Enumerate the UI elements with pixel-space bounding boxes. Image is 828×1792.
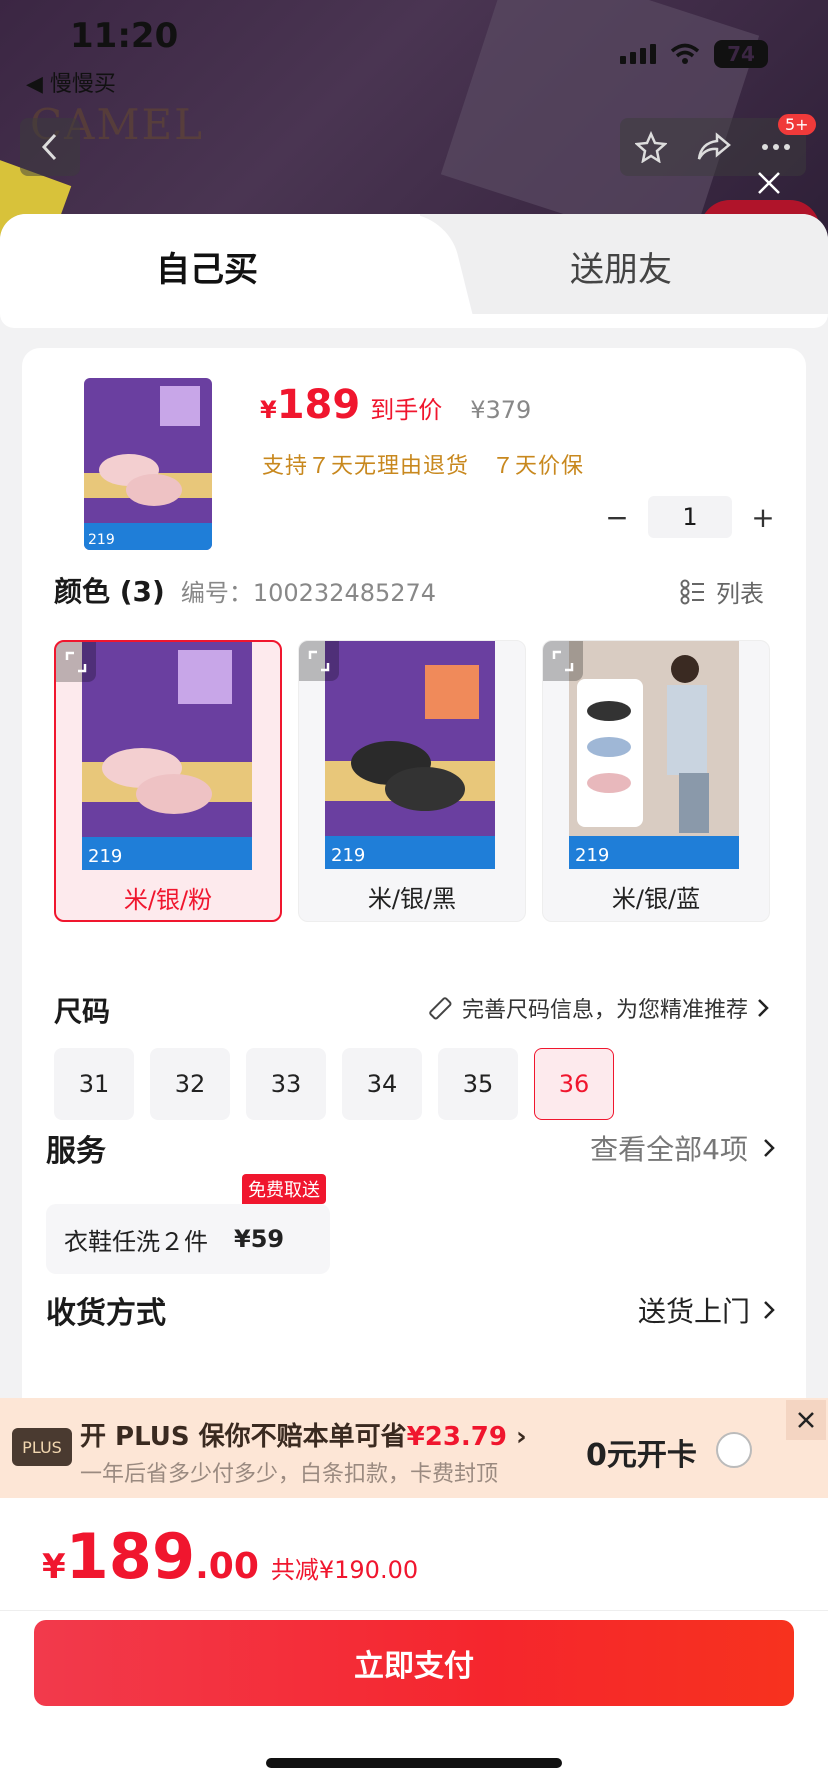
purchase-tabs: 自己买 送朋友 [0, 214, 828, 314]
star-icon[interactable] [635, 131, 667, 163]
chevron-right-icon [764, 1301, 775, 1319]
wifi-icon [670, 43, 700, 64]
status-time: 11:20 [70, 16, 179, 56]
service-item-name: 衣鞋任洗２件 [64, 1227, 208, 1256]
product-thumbnail[interactable]: 219 [84, 378, 212, 550]
signal-icon [620, 44, 656, 64]
more-icon[interactable] [761, 142, 791, 152]
color-option-label: 米/银/粉 [123, 885, 213, 914]
tab-gift-friend[interactable]: 送朋友 [570, 242, 672, 291]
list-view-toggle[interactable]: 列表 [680, 574, 764, 609]
size-guide-link[interactable]: 完善尺码信息，为您精准推荐 [426, 992, 770, 1024]
size-option[interactable]: 34 [342, 1048, 422, 1120]
color-options: 219 米/银/粉 219 米/银/黑 219 米/银/蓝 [54, 640, 770, 922]
size-option[interactable]: 33 [246, 1048, 326, 1120]
shipping-value: 送货上门 [637, 1295, 750, 1328]
chevron-right-icon [758, 999, 769, 1017]
size-option[interactable]: 35 [438, 1048, 518, 1120]
product-code: 编号：100232485274 [180, 579, 437, 607]
total-discount: 共减¥190.00 [270, 1556, 419, 1584]
shipping-title: 收货方式 [46, 1296, 166, 1331]
close-icon [798, 1412, 814, 1428]
tab-underbar [0, 314, 828, 328]
checkout-footer: ¥ 189 .00 共减¥190.00 立即支付 [0, 1498, 828, 1792]
size-tip-text: 完善尺码信息，为您精准推荐 [461, 998, 748, 1023]
zoom-icon[interactable] [543, 641, 583, 681]
color-option-label: 米/银/蓝 [611, 884, 701, 913]
tab-self-buy[interactable]: 自己买 [156, 242, 258, 291]
service-title: 服务 [46, 1134, 106, 1169]
back-button[interactable] [20, 118, 80, 176]
total-price: ¥ 189 .00 共减¥190.00 [42, 1520, 419, 1593]
quantity-stepper: − 1 + [602, 496, 778, 538]
ruler-icon [429, 997, 452, 1020]
decrease-button[interactable]: − [602, 501, 632, 534]
list-icon [680, 579, 704, 604]
deal-price: ¥189 [260, 382, 361, 428]
swatch-image: 219 [325, 641, 495, 869]
increase-button[interactable]: + [748, 501, 778, 534]
plus-subtext: 一年后省多少付多少，白条扣款，卡费封顶 [80, 1462, 499, 1487]
color-option-label: 米/银/黑 [367, 884, 457, 913]
zoom-icon[interactable] [56, 642, 96, 682]
status-icons: 74 [620, 40, 768, 68]
service-item-laundry[interactable]: 衣鞋任洗２件 ¥59 [46, 1204, 330, 1274]
plus-logo: PLUS [12, 1428, 72, 1466]
quantity-value[interactable]: 1 [648, 496, 732, 538]
zoom-icon[interactable] [299, 641, 339, 681]
price-row: ¥189 到手价 ¥379 [260, 382, 531, 428]
plus-open-card-label: 0元开卡 [586, 1438, 697, 1473]
divider [0, 1610, 828, 1611]
view-all-services[interactable]: 查看全部4项 [590, 1128, 776, 1168]
chevron-left-icon [41, 133, 57, 161]
swatch-image: 219 [82, 642, 252, 870]
close-icon[interactable] [754, 168, 784, 198]
size-option[interactable]: 32 [150, 1048, 230, 1120]
share-icon[interactable] [697, 132, 731, 162]
color-title: 颜色 (3) [54, 575, 165, 608]
original-price: ¥379 [470, 396, 532, 424]
plus-close-button[interactable] [786, 1400, 826, 1440]
svg-text:219: 219 [88, 846, 122, 867]
svg-text:219: 219 [575, 845, 609, 866]
color-option-blue[interactable]: 219 米/银/蓝 [542, 640, 770, 922]
svg-text:219: 219 [331, 845, 365, 866]
service-item-price: ¥59 [234, 1225, 285, 1253]
svg-text:219: 219 [88, 532, 115, 548]
size-option[interactable]: 31 [54, 1048, 134, 1120]
plus-headline: 开 PLUS 保你不赔本单可省¥23.79 › [80, 1422, 527, 1452]
size-option-selected[interactable]: 36 [534, 1048, 614, 1120]
chevron-right-icon [764, 1139, 775, 1157]
color-header: 颜色 (3) 编号：100232485274 [54, 570, 436, 610]
message-badge: 5+ [778, 114, 816, 135]
home-indicator[interactable] [266, 1758, 562, 1768]
plus-promo-bar[interactable]: PLUS 开 PLUS 保你不赔本单可省¥23.79 › 一年后省多少付多少，白… [0, 1398, 828, 1498]
service-promise: 支持７天无理由退货 ７天价保 [262, 454, 585, 479]
size-title: 尺码 [54, 995, 111, 1028]
battery-icon: 74 [714, 40, 768, 68]
plus-opt-in-radio[interactable] [716, 1432, 752, 1468]
deal-price-label: 到手价 [370, 396, 443, 424]
free-pickup-badge: 免费取送 [242, 1174, 326, 1204]
list-label: 列表 [716, 580, 764, 608]
size-options: 31 32 33 34 35 36 [54, 1048, 614, 1120]
view-all-label: 查看全部4项 [590, 1133, 748, 1166]
back-to-app-link[interactable]: ◀ 慢慢买 [26, 66, 116, 98]
shipping-method[interactable]: 送货上门 [638, 1290, 776, 1330]
color-option-black[interactable]: 219 米/银/黑 [298, 640, 526, 922]
color-option-pink[interactable]: 219 米/银/粉 [54, 640, 282, 922]
pay-now-button[interactable]: 立即支付 [34, 1620, 794, 1706]
swatch-image: 219 [569, 641, 739, 869]
